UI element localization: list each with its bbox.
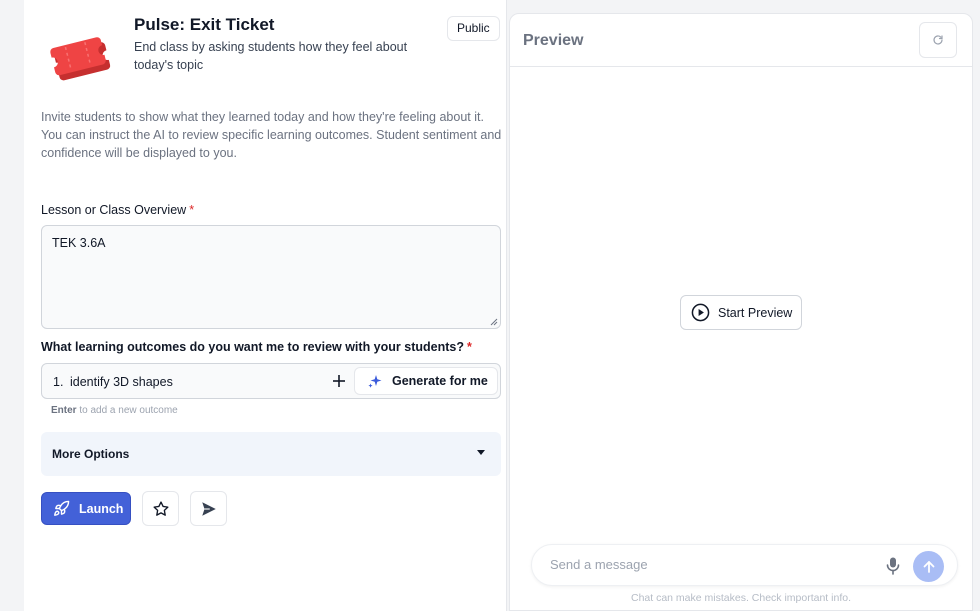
message-composer <box>531 544 958 586</box>
start-preview-label: Start Preview <box>718 305 793 320</box>
tool-description: End class by asking students how they fe… <box>134 40 408 72</box>
outcome-number: 1. <box>53 375 64 389</box>
more-options-label: More Options <box>52 447 130 461</box>
resize-grip-icon[interactable] <box>490 318 498 326</box>
send-message-button[interactable] <box>913 551 944 582</box>
share-button[interactable] <box>190 491 227 526</box>
hint-text: to add a new outcome <box>76 405 178 416</box>
outcomes-label-text: What learning outcomes do you want me to… <box>41 340 464 354</box>
preview-title: Preview <box>523 32 584 49</box>
overview-textarea[interactable]: TEK 3.6A <box>41 225 501 329</box>
refresh-button[interactable] <box>919 22 957 58</box>
star-icon <box>153 500 168 516</box>
hint-key: Enter <box>51 405 77 416</box>
preview-divider <box>510 66 972 67</box>
overview-value: TEK 3.6A <box>52 236 106 250</box>
page-title: Pulse: Exit Ticket <box>134 15 275 34</box>
outcomes-label: What learning outcomes do you want me to… <box>41 340 472 354</box>
preview-panel: Preview Start Preview Cha <box>509 13 973 611</box>
outcome-hint: Enter to add a new outcome <box>51 405 178 416</box>
paper-plane-icon <box>201 501 216 516</box>
more-options-toggle[interactable]: More Options <box>41 432 501 476</box>
disclaimer-text: Chat can make mistakes. Check important … <box>630 592 851 604</box>
overview-label-text: Lesson or Class Overview <box>41 203 187 217</box>
intro-text: Invite students to show what they learne… <box>41 110 502 160</box>
launch-button[interactable]: Launch <box>41 492 131 525</box>
play-circle-icon <box>691 303 710 322</box>
generate-for-me-button[interactable]: Generate for me <box>354 367 498 395</box>
plus-icon <box>333 375 345 387</box>
generate-label: Generate for me <box>392 374 488 388</box>
ticket-icon <box>46 28 112 84</box>
overview-label: Lesson or Class Overview * <box>41 203 194 217</box>
caret-down-icon <box>477 450 485 455</box>
refresh-icon <box>933 35 943 45</box>
sparkle-icon <box>368 375 382 388</box>
favorite-button[interactable] <box>142 491 179 526</box>
outcome-input-row[interactable]: 1. identify 3D shapes Generate for me <box>41 363 501 399</box>
required-mark: * <box>189 203 195 217</box>
start-preview-button[interactable]: Start Preview <box>680 295 802 330</box>
outcome-text[interactable]: identify 3D shapes <box>70 375 173 389</box>
add-outcome-button[interactable] <box>329 371 349 391</box>
rocket-icon <box>54 500 70 516</box>
microphone-icon <box>886 557 900 575</box>
message-input[interactable] <box>550 557 870 572</box>
visibility-badge[interactable]: Public <box>447 16 500 41</box>
launch-label: Launch <box>79 501 124 516</box>
tool-config-panel: Pulse: Exit Ticket End class by asking s… <box>24 0 507 611</box>
microphone-button[interactable] <box>884 556 902 576</box>
required-mark: * <box>466 340 472 354</box>
arrow-up-icon <box>923 560 934 573</box>
